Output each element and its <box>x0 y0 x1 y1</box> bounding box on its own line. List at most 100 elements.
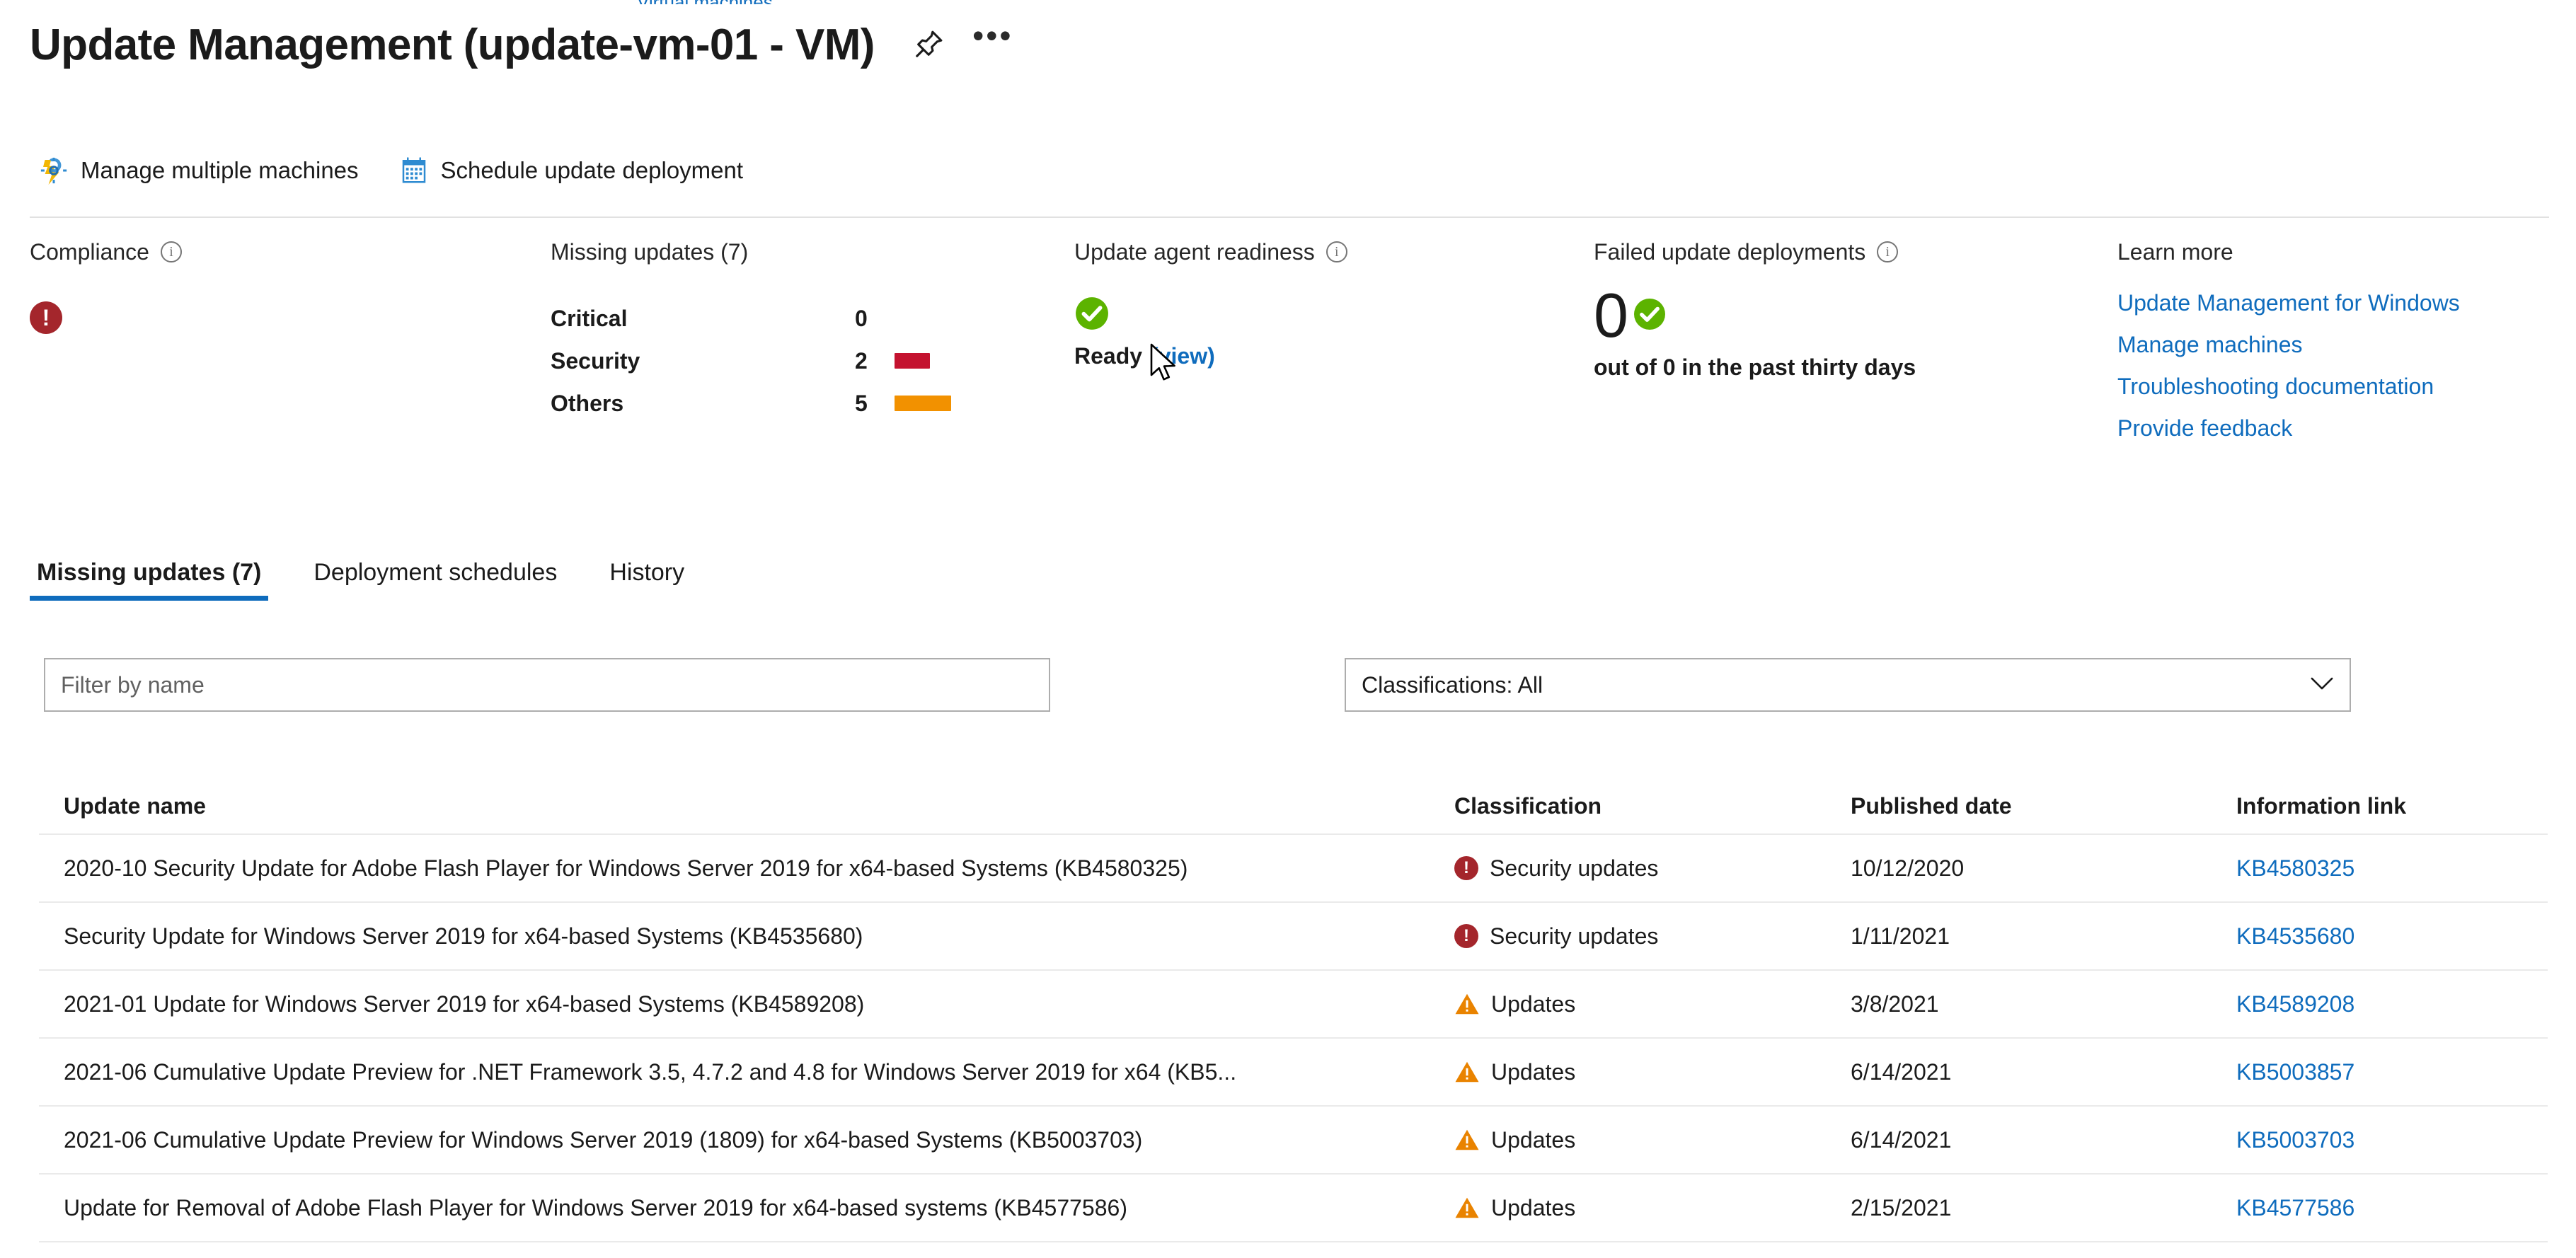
classification-label: Updates <box>1491 991 1576 1017</box>
kb-link[interactable]: KB4577586 <box>2236 1195 2354 1221</box>
table-row[interactable]: 2021-01 Update for Windows Server 2019 f… <box>39 971 2548 1039</box>
tab-missing-updates[interactable]: Missing updates (7) <box>30 550 269 601</box>
update-name-cell: Update for Removal of Adobe Flash Player… <box>64 1194 1127 1221</box>
classification-label: Updates <box>1491 1058 1576 1085</box>
update-name-cell: 2021-06 Cumulative Update Preview for .N… <box>64 1058 1237 1085</box>
missing-updates-row: Critical 0 <box>551 297 951 340</box>
classification-cell: Updates <box>1454 1195 1851 1221</box>
severity-name: Security <box>551 347 640 374</box>
tab-history[interactable]: History <box>602 550 691 601</box>
schedule-update-deployment-button[interactable]: Schedule update deployment <box>390 147 754 194</box>
information-link-cell[interactable]: KB4535680 <box>2236 923 2548 950</box>
tab-history-label: History <box>609 559 685 586</box>
missing-updates-breakdown: Critical 0 Security 2 Others 5 <box>551 297 951 425</box>
ellipsis-icon: ••• <box>972 17 1013 54</box>
information-link-cell[interactable]: KB5003857 <box>2236 1059 2548 1085</box>
warning-triangle-icon <box>1454 1196 1480 1219</box>
failed-update-deployments-card: Failed update deployments i 0 out of 0 i… <box>1594 238 1926 383</box>
severity-bar <box>895 396 951 411</box>
manage-machines-icon <box>40 156 68 185</box>
learn-more-link-provide-feedback[interactable]: Provide feedback <box>2117 415 2460 442</box>
learn-more-link-manage-machines[interactable]: Manage machines <box>2117 332 2460 358</box>
summary-strip: Compliance i ! Missing updates (7) Criti… <box>0 238 2576 507</box>
page-title-row: Update Management (update-vm-01 - VM) ••… <box>30 17 1015 71</box>
pin-icon <box>913 28 945 64</box>
severity-count: 2 <box>855 347 868 374</box>
classification-label: Security updates <box>1490 923 1659 949</box>
tab-deployment-schedules[interactable]: Deployment schedules <box>306 550 564 601</box>
learn-more-link-update-management-for-windows[interactable]: Update Management for Windows <box>2117 290 2460 316</box>
classification-cell: ! Security updates <box>1454 855 1851 882</box>
failed-update-deployments-label: Failed update deployments <box>1594 238 1866 265</box>
kb-link[interactable]: KB4580325 <box>2236 855 2354 881</box>
information-link-cell[interactable]: KB4577586 <box>2236 1195 2548 1221</box>
more-options-button[interactable]: ••• <box>971 17 1015 67</box>
compliance-status-badge: ! <box>30 301 182 334</box>
missing-updates-label: Missing updates (7) <box>551 238 749 265</box>
compliance-info-icon[interactable]: i <box>160 241 182 262</box>
update-agent-readiness-info-icon[interactable]: i <box>1326 241 1347 262</box>
page-title: Update Management (update-vm-01 - VM) <box>30 21 875 69</box>
column-header-information-link: Information link <box>2236 792 2406 819</box>
severity-name: Critical <box>551 305 628 331</box>
breadcrumb[interactable]: Virtual machines <box>637 0 1104 4</box>
kb-link[interactable]: KB5003703 <box>2236 1127 2354 1153</box>
table-row[interactable]: Update for Removal of Adobe Flash Player… <box>39 1175 2548 1242</box>
severity-count: 0 <box>855 305 868 331</box>
classification-cell: ! Security updates <box>1454 923 1851 950</box>
missing-updates-table: Update name Classification Published dat… <box>39 778 2548 1242</box>
classifications-dropdown[interactable]: Classifications: All <box>1345 658 2351 712</box>
published-date-cell: 2/15/2021 <box>1851 1194 1952 1221</box>
learn-more-card: Learn more Update Management for Windows… <box>2117 238 2460 442</box>
published-date-cell: 6/14/2021 <box>1851 1126 1952 1153</box>
severity-name: Others <box>551 390 624 416</box>
learn-more-link-troubleshooting-documentation[interactable]: Troubleshooting documentation <box>2117 374 2460 400</box>
classification-label: Updates <box>1491 1194 1576 1221</box>
published-date-cell: 6/14/2021 <box>1851 1058 1952 1085</box>
table-row[interactable]: 2021-06 Cumulative Update Preview for .N… <box>39 1039 2548 1107</box>
information-link-cell[interactable]: KB4580325 <box>2236 855 2548 882</box>
success-check-icon <box>1074 297 1110 334</box>
update-name-cell: 2021-01 Update for Windows Server 2019 f… <box>64 991 865 1017</box>
update-name-cell: 2020-10 Security Update for Adobe Flash … <box>64 855 1188 881</box>
missing-updates-row: Security 2 <box>551 340 951 382</box>
error-circle-icon: ! <box>1454 924 1478 948</box>
chevron-down-icon <box>2310 676 2334 694</box>
schedule-update-deployment-label: Schedule update deployment <box>440 157 744 183</box>
calendar-icon <box>400 156 428 185</box>
failed-update-deployments-info-icon[interactable]: i <box>1877 241 1899 262</box>
kb-link[interactable]: KB4589208 <box>2236 991 2354 1017</box>
update-agent-readiness-card: Update agent readiness i Ready (view) <box>1074 238 1347 369</box>
information-link-cell[interactable]: KB5003703 <box>2236 1127 2548 1153</box>
published-date-cell: 3/8/2021 <box>1851 991 1939 1017</box>
agent-view-link[interactable]: (view) <box>1151 343 1215 369</box>
severity-bar <box>895 353 930 369</box>
kb-link[interactable]: KB5003857 <box>2236 1059 2354 1085</box>
learn-more-label: Learn more <box>2117 238 2233 265</box>
update-name-cell: Security Update for Windows Server 2019 … <box>64 923 863 949</box>
warning-triangle-icon <box>1454 1129 1480 1151</box>
missing-updates-row: Others 5 <box>551 382 951 425</box>
classification-cell: Updates <box>1454 1127 1851 1153</box>
command-bar: Manage multiple machines Schedule update… <box>30 147 753 194</box>
information-link-cell[interactable]: KB4589208 <box>2236 991 2548 1017</box>
column-header-classification: Classification <box>1454 792 1602 819</box>
manage-multiple-machines-button[interactable]: Manage multiple machines <box>30 147 369 194</box>
compliance-label: Compliance <box>30 238 149 265</box>
missing-updates-card: Missing updates (7) Critical 0 Security … <box>551 238 951 425</box>
table-header-row: Update name Classification Published dat… <box>39 778 2548 835</box>
pin-button[interactable] <box>907 23 951 67</box>
table-row[interactable]: 2021-06 Cumulative Update Preview for Wi… <box>39 1107 2548 1175</box>
classifications-dropdown-value: Classifications: All <box>1362 671 1543 698</box>
toolbar-divider <box>30 217 2549 218</box>
agent-status-text: Ready <box>1074 343 1143 369</box>
failed-deployments-count: 0 <box>1594 280 1628 350</box>
kb-link[interactable]: KB4535680 <box>2236 923 2354 949</box>
table-row[interactable]: 2020-10 Security Update for Adobe Flash … <box>39 835 2548 903</box>
classification-cell: Updates <box>1454 1059 1851 1085</box>
tab-missing-updates-label: Missing updates (7) <box>37 559 262 586</box>
filter-by-name-input[interactable] <box>44 658 1050 712</box>
column-header-published-date: Published date <box>1851 792 2012 819</box>
table-row[interactable]: Security Update for Windows Server 2019 … <box>39 903 2548 971</box>
warning-triangle-icon <box>1454 1061 1480 1083</box>
